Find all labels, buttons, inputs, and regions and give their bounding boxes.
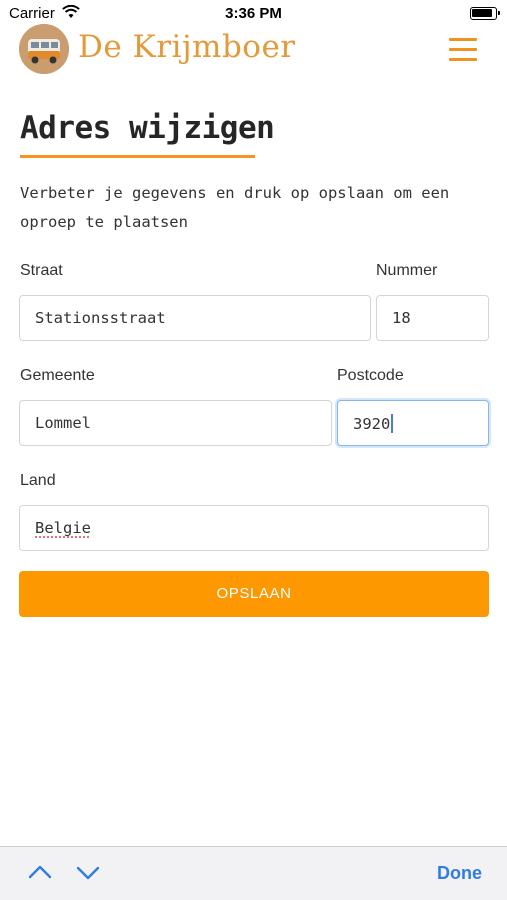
save-button[interactable]: OPSLAAN [19,571,489,617]
brand-name: De Krijmboer [78,29,296,65]
land-label: Land [20,472,56,489]
title-underline [20,155,255,158]
text-caret [391,414,394,433]
battery-icon [470,7,500,20]
clock: 3:36 PM [225,5,282,22]
postcode-input[interactable]: 3920 [337,400,489,446]
land-input[interactable]: Belgie [19,505,489,551]
intro-text: Verbeter je gegevens en druk op opslaan … [20,184,450,231]
van-logo-icon[interactable] [19,24,69,74]
land-value: Belgie [35,519,91,537]
chevron-up-icon[interactable] [27,861,53,883]
hamburger-menu-icon[interactable] [449,38,479,62]
gemeente-input[interactable]: Lommel [19,400,332,446]
nummer-label: Nummer [376,262,438,279]
postcode-value: 3920 [353,415,391,433]
chevron-down-icon[interactable] [75,861,101,883]
keyboard-accessory-bar: Done [0,846,507,900]
app-header: De Krijmboer [0,22,507,78]
postcode-label: Postcode [337,367,404,384]
nummer-value: 18 [392,309,411,327]
page-title: Adres wijzigen [20,110,275,146]
straat-value: Stationsstraat [35,309,166,327]
screen: Carrier 3:36 PM De Krijmboer Adres wijzi… [0,0,507,900]
gemeente-value: Lommel [35,414,91,432]
straat-label: Straat [20,262,63,279]
gemeente-label: Gemeente [20,367,95,384]
nummer-input[interactable]: 18 [376,295,489,341]
straat-input[interactable]: Stationsstraat [19,295,371,341]
done-button[interactable]: Done [437,863,482,884]
